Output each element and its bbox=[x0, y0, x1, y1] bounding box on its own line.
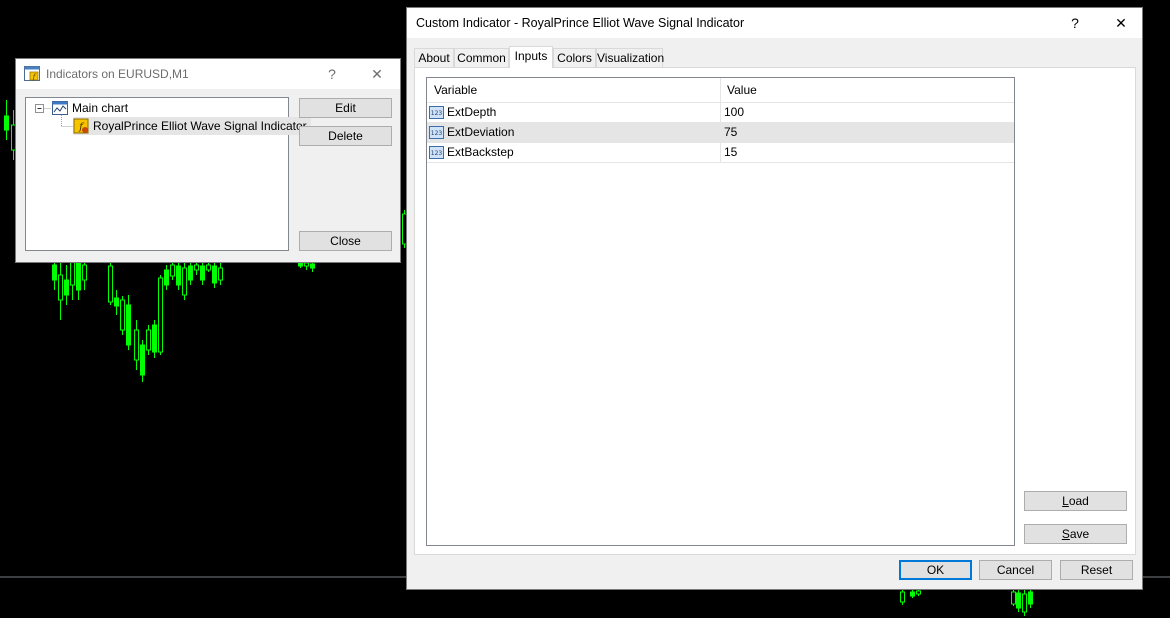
candle-body bbox=[158, 277, 163, 353]
tree-item-royalprince-label: RoyalPrince Elliot Wave Signal Indicator bbox=[93, 119, 307, 133]
close-icon[interactable]: ✕ bbox=[1106, 13, 1136, 33]
integer-param-icon-text: 123 bbox=[431, 110, 443, 117]
tab-visualization[interactable]: Visualization bbox=[596, 48, 664, 67]
candle-body bbox=[120, 299, 125, 331]
candle-body bbox=[310, 263, 315, 269]
edit-button[interactable]: Edit bbox=[299, 98, 392, 118]
tab-common[interactable]: Common bbox=[454, 48, 509, 67]
save-button-label: ave bbox=[1069, 527, 1090, 541]
value-cell[interactable]: 15 bbox=[724, 143, 737, 162]
column-header-value[interactable]: Value bbox=[720, 78, 1014, 102]
inputs-table[interactable]: Variable Value 123 ExtDepth 100 123 ExtD… bbox=[426, 77, 1015, 546]
cancel-button[interactable]: Cancel bbox=[979, 560, 1052, 580]
value-cell[interactable]: 100 bbox=[724, 103, 744, 122]
candle-body bbox=[212, 265, 217, 284]
inputs-tab-panel: Variable Value 123 ExtDepth 100 123 ExtD… bbox=[414, 67, 1136, 555]
candle-body bbox=[114, 297, 119, 307]
tab-about[interactable]: About bbox=[414, 48, 454, 67]
candle-body bbox=[218, 267, 223, 281]
candle-body bbox=[82, 264, 87, 281]
candle-body bbox=[140, 344, 145, 376]
candle-body bbox=[1011, 591, 1016, 605]
load-button-label: oad bbox=[1068, 494, 1089, 508]
candle-body bbox=[170, 264, 175, 277]
integer-param-icon: 123 bbox=[429, 146, 444, 159]
integer-param-icon-text: 123 bbox=[431, 150, 443, 157]
load-button-mnemonic: L bbox=[1062, 494, 1069, 508]
indicators-window-title: Indicators on EURUSD,M1 bbox=[46, 67, 189, 81]
indicators-window-titlebar[interactable]: f Indicators on EURUSD,M1 ? ✕ bbox=[16, 59, 400, 89]
candle-body bbox=[916, 590, 921, 595]
tree-item-main-chart[interactable]: Main chart bbox=[52, 99, 128, 117]
save-button-mnemonic: S bbox=[1061, 527, 1070, 541]
candle-body bbox=[152, 324, 157, 353]
candle-body bbox=[194, 264, 199, 271]
integer-param-icon-text: 123 bbox=[431, 130, 443, 137]
delete-button[interactable]: Delete bbox=[299, 126, 392, 146]
candle-body bbox=[1016, 592, 1021, 609]
candle-body bbox=[52, 264, 57, 281]
custom-indicator-title: Custom Indicator - RoyalPrince Elliot Wa… bbox=[416, 16, 745, 30]
variable-cell: 123 ExtBackstep bbox=[429, 143, 514, 162]
custom-indicator-titlebar[interactable]: Custom Indicator - RoyalPrince Elliot Wa… bbox=[407, 8, 1142, 38]
candle-body bbox=[206, 264, 211, 271]
load-button[interactable]: Load bbox=[1024, 491, 1127, 511]
close-button[interactable]: Close bbox=[299, 231, 392, 251]
candle-body bbox=[1022, 593, 1027, 613]
candle-body bbox=[126, 304, 131, 346]
reset-button[interactable]: Reset bbox=[1060, 560, 1133, 580]
tab-inputs[interactable]: Inputs bbox=[509, 46, 553, 68]
candle-body bbox=[4, 115, 9, 131]
candle-body bbox=[134, 329, 139, 361]
save-button[interactable]: Save bbox=[1024, 524, 1127, 544]
candle-body bbox=[64, 279, 69, 296]
candle-body bbox=[910, 591, 915, 597]
indicator-tree[interactable]: Main chart f RoyalPrince Elliot Wave Sig… bbox=[25, 97, 311, 251]
candle-body bbox=[188, 265, 193, 281]
integer-param-icon: 123 bbox=[429, 126, 444, 139]
candle-body bbox=[304, 262, 309, 267]
candle-body bbox=[900, 591, 905, 603]
candle-body bbox=[298, 262, 303, 267]
candle-body bbox=[146, 329, 151, 351]
ok-button[interactable]: OK bbox=[899, 560, 972, 580]
indicator-window-icon: f bbox=[24, 66, 40, 81]
variable-name: ExtDepth bbox=[447, 105, 497, 119]
candle-body bbox=[70, 261, 75, 286]
tab-colors[interactable]: Colors bbox=[553, 48, 596, 67]
variable-name: ExtBackstep bbox=[447, 145, 514, 159]
custom-indicator-window: Custom Indicator - RoyalPrince Elliot Wa… bbox=[406, 7, 1143, 590]
value-cell[interactable]: 75 bbox=[724, 123, 737, 142]
chart-window-icon bbox=[52, 101, 68, 115]
help-button[interactable]: ? bbox=[317, 64, 347, 84]
candle-body bbox=[176, 265, 181, 286]
candle-body bbox=[108, 265, 113, 303]
custom-indicator-icon: f bbox=[73, 118, 89, 134]
column-header-variable[interactable]: Variable bbox=[427, 78, 720, 102]
variable-cell: 123 ExtDeviation bbox=[429, 123, 514, 142]
help-button[interactable]: ? bbox=[1060, 13, 1090, 33]
indicators-window: f Indicators on EURUSD,M1 ? ✕ Main chart… bbox=[15, 58, 401, 263]
tree-item-main-chart-label: Main chart bbox=[72, 101, 129, 115]
candle-body bbox=[58, 274, 63, 301]
candle-body bbox=[200, 265, 205, 281]
integer-param-icon: 123 bbox=[429, 106, 444, 119]
column-separator bbox=[720, 78, 721, 162]
candle-body bbox=[182, 267, 187, 296]
close-icon[interactable]: ✕ bbox=[362, 64, 392, 84]
tree-item-royalprince-indicator[interactable]: f RoyalPrince Elliot Wave Signal Indicat… bbox=[73, 117, 311, 135]
variable-cell: 123 ExtDepth bbox=[429, 103, 496, 122]
candle-body bbox=[164, 269, 169, 286]
variable-name: ExtDeviation bbox=[447, 125, 515, 139]
candle-body bbox=[1028, 591, 1033, 605]
